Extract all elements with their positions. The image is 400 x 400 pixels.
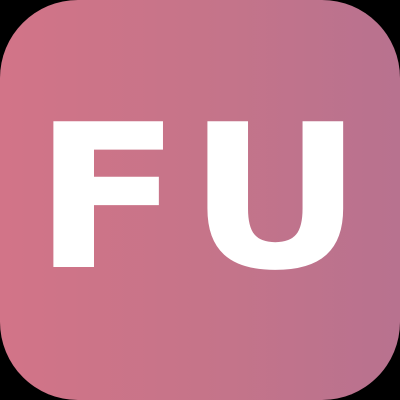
app-icon[interactable]: FU xyxy=(0,0,400,400)
app-icon-monogram: FU xyxy=(34,82,370,315)
